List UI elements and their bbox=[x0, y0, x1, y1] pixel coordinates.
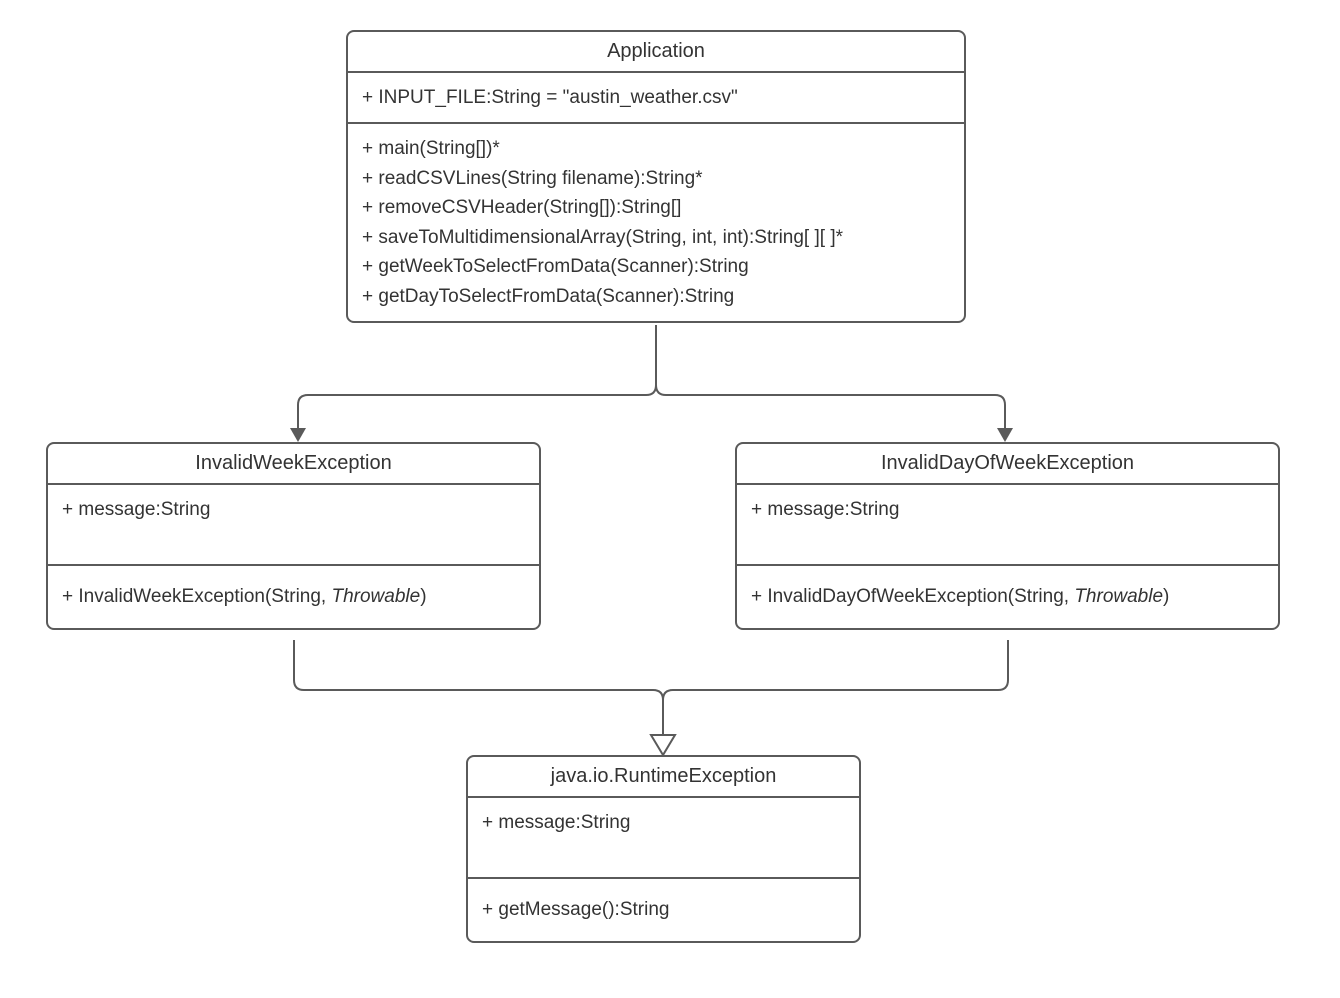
class-application-methods: + main(String[])* + readCSVLines(String … bbox=[348, 124, 964, 321]
method-prefix: + InvalidWeekException(String, bbox=[62, 586, 331, 607]
method-line: + readCSVLines(String filename):String* bbox=[362, 164, 950, 193]
method-line: + saveToMultidimensionalArray(String, in… bbox=[362, 223, 950, 252]
class-runtime-attributes: + message:String bbox=[468, 798, 859, 879]
method-suffix: ) bbox=[1163, 586, 1169, 607]
class-runtime-title: java.io.RuntimeException bbox=[468, 757, 859, 798]
method-italic: Throwable bbox=[331, 586, 420, 607]
class-application-attributes: + INPUT_FILE:String = "austin_weather.cs… bbox=[348, 73, 964, 124]
method-prefix: + InvalidDayOfWeekException(String, bbox=[751, 586, 1074, 607]
class-runtime-methods: + getMessage():String bbox=[468, 879, 859, 940]
attribute-line: + message:String bbox=[482, 808, 845, 837]
class-invalid-day-attributes: + message:String bbox=[737, 485, 1278, 566]
attribute-line: + message:String bbox=[751, 495, 1264, 524]
method-line: + getMessage():String bbox=[482, 895, 845, 924]
class-invalid-week-title: InvalidWeekException bbox=[48, 444, 539, 485]
attribute-line: + message:String bbox=[62, 495, 525, 524]
class-invalid-week-exception: InvalidWeekException + message:String + … bbox=[46, 442, 541, 630]
class-application-title: Application bbox=[348, 32, 964, 73]
class-invalid-week-attributes: + message:String bbox=[48, 485, 539, 566]
method-line: + getWeekToSelectFromData(Scanner):Strin… bbox=[362, 252, 950, 281]
class-invalid-day-title: InvalidDayOfWeekException bbox=[737, 444, 1278, 485]
class-invalid-week-methods: + InvalidWeekException(String, Throwable… bbox=[48, 566, 539, 627]
class-invalid-day-methods: + InvalidDayOfWeekException(String, Thro… bbox=[737, 566, 1278, 627]
method-line: + getDayToSelectFromData(Scanner):String bbox=[362, 282, 950, 311]
class-runtime-exception: java.io.RuntimeException + message:Strin… bbox=[466, 755, 861, 943]
method-italic: Throwable bbox=[1074, 586, 1163, 607]
class-invalid-day-exception: InvalidDayOfWeekException + message:Stri… bbox=[735, 442, 1280, 630]
attribute-line: + INPUT_FILE:String = "austin_weather.cs… bbox=[362, 83, 950, 112]
method-line: + main(String[])* bbox=[362, 134, 950, 163]
method-line: + removeCSVHeader(String[]):String[] bbox=[362, 193, 950, 222]
method-suffix: ) bbox=[420, 586, 426, 607]
class-application: Application + INPUT_FILE:String = "austi… bbox=[346, 30, 966, 323]
